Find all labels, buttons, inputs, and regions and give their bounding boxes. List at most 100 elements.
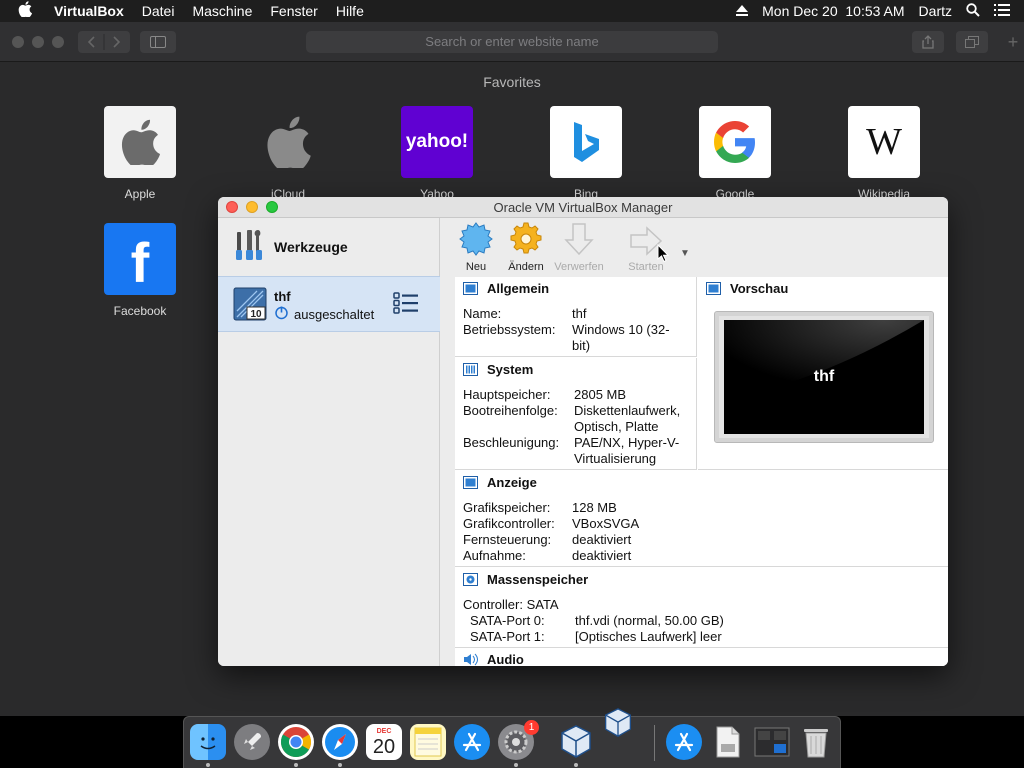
- safari-close-button[interactable]: [12, 36, 24, 48]
- favorite-facebook[interactable]: f Facebook: [90, 223, 190, 318]
- favorite-label: Facebook: [113, 304, 167, 318]
- storage-section-header[interactable]: Massenspeicher: [463, 572, 588, 587]
- windows10-vm-icon: 10: [233, 287, 267, 326]
- start-options-dropdown-icon[interactable]: ▼: [680, 248, 690, 259]
- tools-icon: [234, 228, 266, 267]
- address-bar[interactable]: Search or enter website name: [306, 31, 718, 53]
- menu-user[interactable]: Dartz: [919, 3, 952, 19]
- system-title: System: [487, 362, 534, 377]
- launchpad-rocket-icon[interactable]: [234, 724, 270, 760]
- new-vm-button[interactable]: Neu: [448, 218, 504, 273]
- menu-maschine[interactable]: Maschine: [192, 0, 252, 22]
- virtualbox-cube-icon[interactable]: [558, 724, 594, 760]
- display-controller-value: VBoxSVGA: [572, 516, 640, 531]
- tools-item[interactable]: Werkzeuge: [218, 218, 440, 276]
- vm-details-menu-icon[interactable]: [393, 291, 419, 320]
- favorite-wikipedia[interactable]: W Wikipedia: [834, 106, 934, 201]
- virtualbox-manager-window: Oracle VM VirtualBox Manager Werkzeuge 1…: [218, 197, 948, 666]
- general-title: Allgemein: [487, 281, 550, 296]
- display-monitor-icon: [463, 476, 478, 489]
- safari-zoom-button[interactable]: [52, 36, 64, 48]
- change-settings-label: Ändern: [508, 261, 544, 273]
- notification-badge: 1: [524, 720, 539, 735]
- safari-toolbar: Search or enter website name +: [0, 22, 1024, 62]
- window-close-button[interactable]: [226, 201, 238, 213]
- vm-list-item-thf[interactable]: 10 thf ausgeschaltet: [218, 276, 440, 332]
- vm-os-badge: 10: [250, 309, 262, 320]
- app-store-downloads-icon[interactable]: [666, 724, 702, 760]
- audio-section: Audio: [455, 649, 948, 666]
- change-settings-button[interactable]: Ändern: [498, 218, 554, 273]
- favorite-yahoo[interactable]: yahoo! Yahoo: [387, 106, 487, 201]
- display-vram-value: 128 MB: [572, 500, 617, 515]
- calendar-icon[interactable]: DEC 20: [366, 724, 402, 760]
- trash-icon[interactable]: [798, 724, 834, 760]
- preview-frame: thf: [714, 311, 934, 443]
- storage-controller: Controller: SATA: [463, 597, 559, 612]
- back-forward-button[interactable]: [78, 31, 130, 53]
- bing-logo-icon: [550, 106, 622, 178]
- share-icon[interactable]: [912, 31, 944, 53]
- display-recording-key: Aufnahme:: [463, 548, 526, 563]
- apple-menu-icon[interactable]: [18, 1, 42, 21]
- power-off-icon: [274, 305, 289, 325]
- storage-title: Massenspeicher: [487, 572, 589, 587]
- wikipedia-logo-icon: W: [848, 106, 920, 178]
- preview-section: Vorschau thf: [698, 277, 948, 470]
- safari-compass-icon[interactable]: [322, 724, 358, 760]
- menu-datei[interactable]: Datei: [142, 0, 175, 22]
- spotlight-search-icon[interactable]: [966, 2, 980, 20]
- display-section: Anzeige Grafikspeicher: 128 MB Grafikcon…: [455, 471, 948, 567]
- general-section-header[interactable]: Allgemein: [463, 281, 549, 296]
- discard-down-arrow-icon: [551, 218, 607, 256]
- system-memory-value: 2805 MB: [574, 387, 627, 402]
- notes-icon[interactable]: [410, 724, 446, 760]
- storage-disk-icon: [463, 573, 478, 586]
- tabs-overview-icon[interactable]: [956, 31, 988, 53]
- system-accel-value-line1: PAE/NX, Hyper-V-: [574, 435, 680, 450]
- menu-hilfe[interactable]: Hilfe: [336, 0, 364, 22]
- storage-port1-value: [Optisches Laufwerk] leer: [575, 629, 722, 644]
- audio-title: Audio: [487, 652, 524, 666]
- general-section: Allgemein Name: thf Betriebssystem: Wind…: [455, 277, 697, 357]
- preview-title: Vorschau: [730, 281, 789, 296]
- eject-icon[interactable]: [736, 3, 749, 19]
- menu-fenster[interactable]: Fenster: [270, 0, 317, 22]
- favorite-bing[interactable]: Bing: [536, 106, 636, 201]
- favorite-icloud[interactable]: iCloud: [238, 106, 338, 201]
- menu-app-name[interactable]: VirtualBox: [54, 0, 124, 22]
- system-boot-value-line1: Diskettenlaufwerk,: [574, 403, 681, 418]
- yahoo-logo-icon: yahoo!: [401, 106, 473, 178]
- vm-state: ausgeschaltet: [294, 307, 375, 322]
- audio-section-header[interactable]: Audio: [463, 652, 524, 666]
- favorite-google[interactable]: Google: [685, 106, 785, 201]
- machine-toolbar: Neu Ändern Verwerfen Starten ▼: [455, 218, 948, 276]
- document-icon[interactable]: [710, 724, 746, 760]
- display-remote-key: Fernsteuerung:: [463, 532, 552, 547]
- running-indicator: [514, 763, 518, 767]
- screen-recording-icon[interactable]: [754, 724, 790, 760]
- chrome-icon[interactable]: [278, 724, 314, 760]
- app-store-icon[interactable]: [454, 724, 490, 760]
- sidebar-toggle-icon[interactable]: [140, 31, 176, 53]
- settings-gear-icon: [498, 218, 554, 256]
- discard-button[interactable]: Verwerfen: [551, 218, 607, 273]
- new-tab-plus-icon[interactable]: +: [1002, 31, 1024, 53]
- window-minimize-button[interactable]: [246, 201, 258, 213]
- display-title: Anzeige: [487, 475, 537, 490]
- icloud-apple-logo-icon: [252, 106, 324, 178]
- favorite-apple[interactable]: Apple: [90, 106, 190, 201]
- safari-minimize-button[interactable]: [32, 36, 44, 48]
- running-indicator: [574, 763, 578, 767]
- calendar-day: 20: [372, 735, 396, 758]
- display-section-header[interactable]: Anzeige: [463, 475, 537, 490]
- window-zoom-button[interactable]: [266, 201, 278, 213]
- preview-section-header[interactable]: Vorschau: [706, 281, 788, 296]
- control-center-icon[interactable]: [994, 3, 1010, 19]
- system-section-header[interactable]: System: [463, 362, 533, 377]
- general-os-key: Betriebssystem:: [463, 322, 556, 337]
- finder-icon[interactable]: [190, 724, 226, 760]
- new-starburst-icon: [448, 218, 504, 256]
- menu-clock[interactable]: Mon Dec 20 10:53 AM: [762, 3, 904, 19]
- general-monitor-icon: [463, 282, 478, 295]
